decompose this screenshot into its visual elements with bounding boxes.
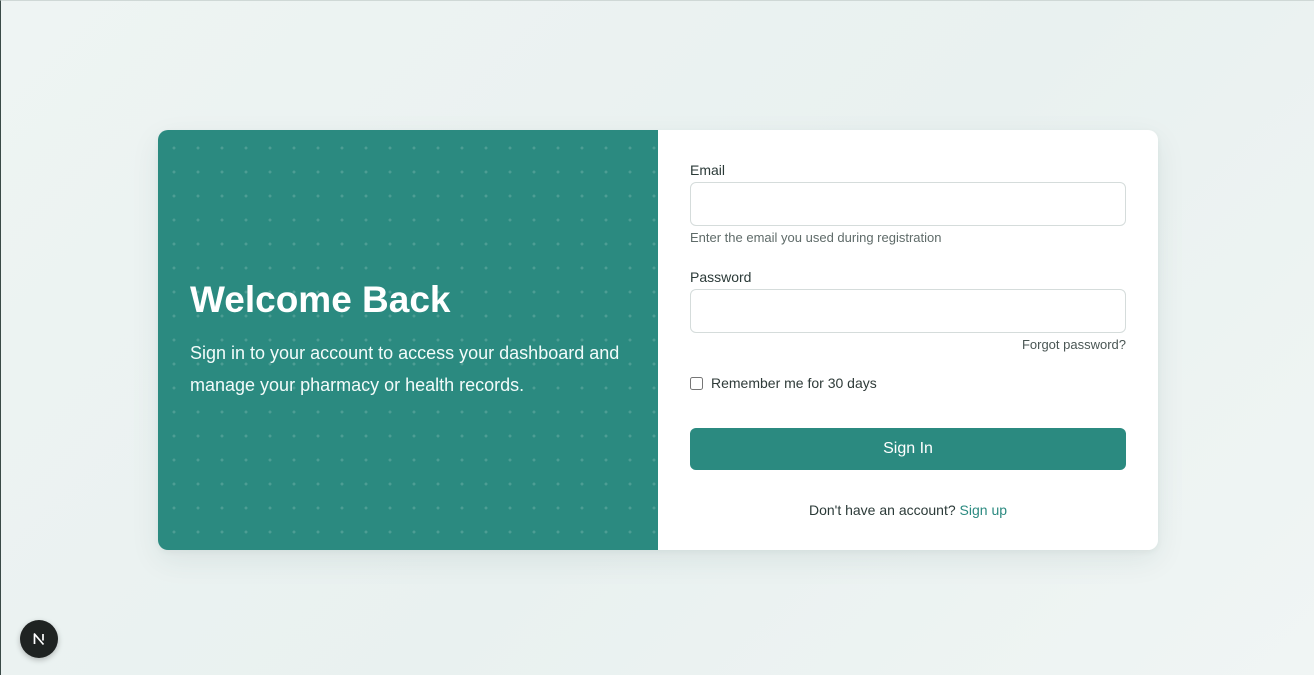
remember-me-checkbox[interactable] bbox=[690, 376, 703, 390]
password-label: Password bbox=[690, 269, 752, 285]
email-input[interactable] bbox=[690, 182, 1126, 226]
welcome-panel: Welcome Back Sign in to your account to … bbox=[158, 130, 658, 550]
welcome-title: Welcome Back bbox=[190, 279, 451, 320]
signup-prompt: Don't have an account? bbox=[808, 502, 956, 518]
remember-me-label[interactable]: Remember me for 30 days bbox=[711, 375, 877, 391]
nextjs-logo-icon bbox=[33, 633, 45, 646]
sign-in-button[interactable]: Sign In bbox=[690, 428, 1126, 470]
nextjs-dev-tools-button[interactable] bbox=[20, 620, 58, 658]
email-hint: Enter the email you used during registra… bbox=[690, 230, 942, 245]
email-label: Email bbox=[690, 162, 726, 178]
login-card: Welcome Back Sign in to your account to … bbox=[158, 130, 1158, 550]
welcome-subtitle: Sign in to your account to access your d… bbox=[190, 343, 620, 395]
password-input[interactable] bbox=[690, 289, 1126, 333]
sign-up-link[interactable]: Sign up bbox=[960, 502, 1007, 518]
remember-me-row: Remember me for 30 days bbox=[690, 375, 877, 391]
forgot-password-link[interactable]: Forgot password? bbox=[1022, 337, 1126, 352]
signup-row: Don't have an account? Sign up bbox=[658, 502, 1158, 518]
login-form: Email Enter the email you used during re… bbox=[658, 130, 1158, 550]
